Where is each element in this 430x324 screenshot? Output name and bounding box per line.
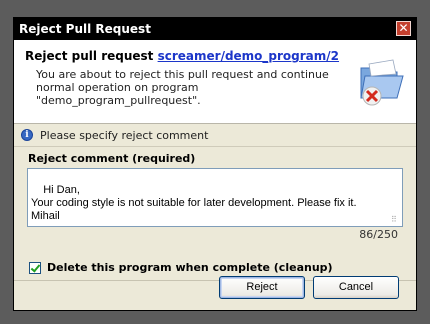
info-icon: i bbox=[21, 129, 33, 141]
cleanup-label: Delete this program when complete (clean… bbox=[47, 261, 333, 274]
cancel-button[interactable]: Cancel bbox=[313, 276, 399, 299]
reject-comment-value: Hi Dan, Your coding style is not suitabl… bbox=[31, 184, 357, 222]
folder-reject-icon bbox=[360, 59, 404, 106]
window-title: Reject Pull Request bbox=[19, 22, 151, 36]
close-icon: ✕ bbox=[398, 21, 409, 35]
info-text: Please specify reject comment bbox=[40, 129, 209, 142]
close-button[interactable]: ✕ bbox=[396, 21, 411, 36]
pull-request-link[interactable]: screamer/demo_program/2 bbox=[158, 49, 339, 63]
character-counter: 86/250 bbox=[359, 228, 398, 241]
reject-button[interactable]: Reject bbox=[219, 276, 305, 299]
cleanup-option[interactable]: Delete this program when complete (clean… bbox=[29, 261, 333, 274]
reject-comment-label: Reject comment (required) bbox=[28, 152, 196, 165]
reject-comment-textarea[interactable]: Hi Dan, Your coding style is not suitabl… bbox=[27, 168, 403, 227]
title-bar[interactable]: Reject Pull Request ✕ bbox=[14, 18, 416, 40]
header-title: Reject pull request screamer/demo_progra… bbox=[25, 49, 339, 63]
resize-grip-icon[interactable]: ⠿ bbox=[391, 216, 399, 224]
dialog-header: Reject pull request screamer/demo_progra… bbox=[14, 40, 416, 124]
header-title-prefix: Reject pull request bbox=[25, 49, 158, 63]
reject-pull-request-dialog: Reject Pull Request ✕ Reject pull reques… bbox=[13, 17, 417, 311]
header-description: You are about to reject this pull reques… bbox=[36, 68, 329, 107]
info-bar: i Please specify reject comment bbox=[14, 124, 416, 147]
cleanup-checkbox[interactable] bbox=[29, 261, 41, 274]
